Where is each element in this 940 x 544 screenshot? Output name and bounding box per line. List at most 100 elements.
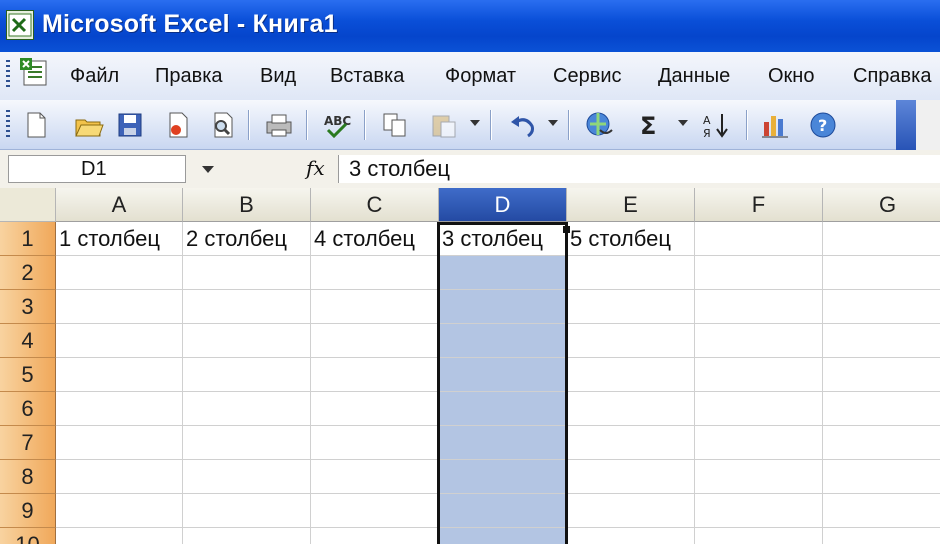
cell-b1[interactable]: 2 столбец (183, 222, 311, 256)
print-preview-icon[interactable] (208, 110, 236, 140)
cell-f4[interactable] (695, 324, 823, 358)
cell-c8[interactable] (311, 460, 439, 494)
cell-d5[interactable] (439, 358, 567, 392)
cell-f2[interactable] (695, 256, 823, 290)
cell-a10[interactable] (56, 528, 183, 544)
save-icon[interactable] (116, 110, 144, 140)
cell-g9[interactable] (823, 494, 940, 528)
column-header-b[interactable]: B (183, 188, 311, 222)
chart-wizard-icon[interactable] (760, 110, 788, 140)
cell-f5[interactable] (695, 358, 823, 392)
row-header-2[interactable]: 2 (0, 256, 56, 290)
paste-icon[interactable] (430, 110, 458, 140)
autosum-icon[interactable]: Σ (636, 110, 664, 140)
print-icon[interactable] (264, 110, 292, 140)
select-all-corner[interactable] (0, 188, 56, 222)
cell-c1[interactable]: 4 столбец (311, 222, 439, 256)
menu-data[interactable]: Данные (658, 65, 730, 88)
cell-c5[interactable] (311, 358, 439, 392)
cell-b2[interactable] (183, 256, 311, 290)
cell-c2[interactable] (311, 256, 439, 290)
toolbar-grip[interactable] (6, 110, 10, 140)
row-header-7[interactable]: 7 (0, 426, 56, 460)
menu-window[interactable]: Окно (768, 65, 814, 88)
cell-e2[interactable] (567, 256, 695, 290)
menu-tools[interactable]: Сервис (553, 65, 622, 88)
cell-a9[interactable] (56, 494, 183, 528)
cell-a5[interactable] (56, 358, 183, 392)
cell-f6[interactable] (695, 392, 823, 426)
cell-b3[interactable] (183, 290, 311, 324)
cell-b7[interactable] (183, 426, 311, 460)
cell-b4[interactable] (183, 324, 311, 358)
menu-format[interactable]: Формат (445, 65, 516, 88)
cell-b10[interactable] (183, 528, 311, 544)
row-header-6[interactable]: 6 (0, 392, 56, 426)
hyperlink-icon[interactable] (584, 110, 613, 140)
cell-d9[interactable] (439, 494, 567, 528)
cell-e1[interactable]: 5 столбец (567, 222, 695, 256)
cell-a2[interactable] (56, 256, 183, 290)
cell-e10[interactable] (567, 528, 695, 544)
fill-handle[interactable] (563, 226, 570, 233)
cell-e4[interactable] (567, 324, 695, 358)
toolbar-options-icon[interactable] (896, 100, 916, 150)
cell-d6[interactable] (439, 392, 567, 426)
cell-c4[interactable] (311, 324, 439, 358)
cell-f9[interactable] (695, 494, 823, 528)
autosum-dropdown-icon[interactable] (678, 120, 688, 126)
row-header-1[interactable]: 1 (0, 222, 56, 256)
column-header-c[interactable]: C (311, 188, 439, 222)
row-header-4[interactable]: 4 (0, 324, 56, 358)
cell-c3[interactable] (311, 290, 439, 324)
column-header-e[interactable]: E (567, 188, 695, 222)
cell-e7[interactable] (567, 426, 695, 460)
cell-d1[interactable]: 3 столбец (439, 222, 567, 256)
row-header-3[interactable]: 3 (0, 290, 56, 324)
cell-e6[interactable] (567, 392, 695, 426)
formula-input[interactable]: 3 столбец (338, 155, 940, 183)
permission-icon[interactable] (164, 110, 192, 140)
cell-g8[interactable] (823, 460, 940, 494)
undo-icon[interactable] (508, 110, 536, 140)
new-icon[interactable] (22, 110, 50, 140)
menu-file[interactable]: Файл (70, 65, 119, 88)
cell-e5[interactable] (567, 358, 695, 392)
column-header-a[interactable]: A (56, 188, 183, 222)
cell-c6[interactable] (311, 392, 439, 426)
cell-g10[interactable] (823, 528, 940, 544)
column-header-f[interactable]: F (695, 188, 823, 222)
spelling-icon[interactable]: ABC (322, 110, 351, 140)
cell-b8[interactable] (183, 460, 311, 494)
cell-f1[interactable] (695, 222, 823, 256)
copy-icon[interactable] (380, 110, 408, 140)
menu-view[interactable]: Вид (260, 65, 296, 88)
row-header-5[interactable]: 5 (0, 358, 56, 392)
cell-d10[interactable] (439, 528, 567, 544)
sort-ascending-icon[interactable]: АЯ (702, 110, 730, 140)
undo-dropdown-icon[interactable] (548, 120, 558, 126)
column-header-d[interactable]: D (439, 188, 567, 222)
cell-a1[interactable]: 1 столбец (56, 222, 183, 256)
cell-e9[interactable] (567, 494, 695, 528)
column-header-g[interactable]: G (823, 188, 940, 222)
cell-g1[interactable] (823, 222, 940, 256)
cell-d4[interactable] (439, 324, 567, 358)
row-header-9[interactable]: 9 (0, 494, 56, 528)
cell-b5[interactable] (183, 358, 311, 392)
cell-e8[interactable] (567, 460, 695, 494)
cell-f7[interactable] (695, 426, 823, 460)
cell-a8[interactable] (56, 460, 183, 494)
cell-d8[interactable] (439, 460, 567, 494)
paste-dropdown-icon[interactable] (470, 120, 480, 126)
cell-d2[interactable] (439, 256, 567, 290)
cell-a6[interactable] (56, 392, 183, 426)
cell-c10[interactable] (311, 528, 439, 544)
cell-c7[interactable] (311, 426, 439, 460)
worksheet-grid[interactable]: ABCDEFG 11 столбец 2 столбец 4 столбец 3 сто… (0, 188, 940, 544)
open-icon[interactable] (74, 110, 104, 140)
name-box[interactable]: D1 (8, 155, 186, 183)
cell-g3[interactable] (823, 290, 940, 324)
workbook-icon[interactable] (16, 58, 50, 88)
menu-insert[interactable]: Вставка (330, 65, 404, 88)
